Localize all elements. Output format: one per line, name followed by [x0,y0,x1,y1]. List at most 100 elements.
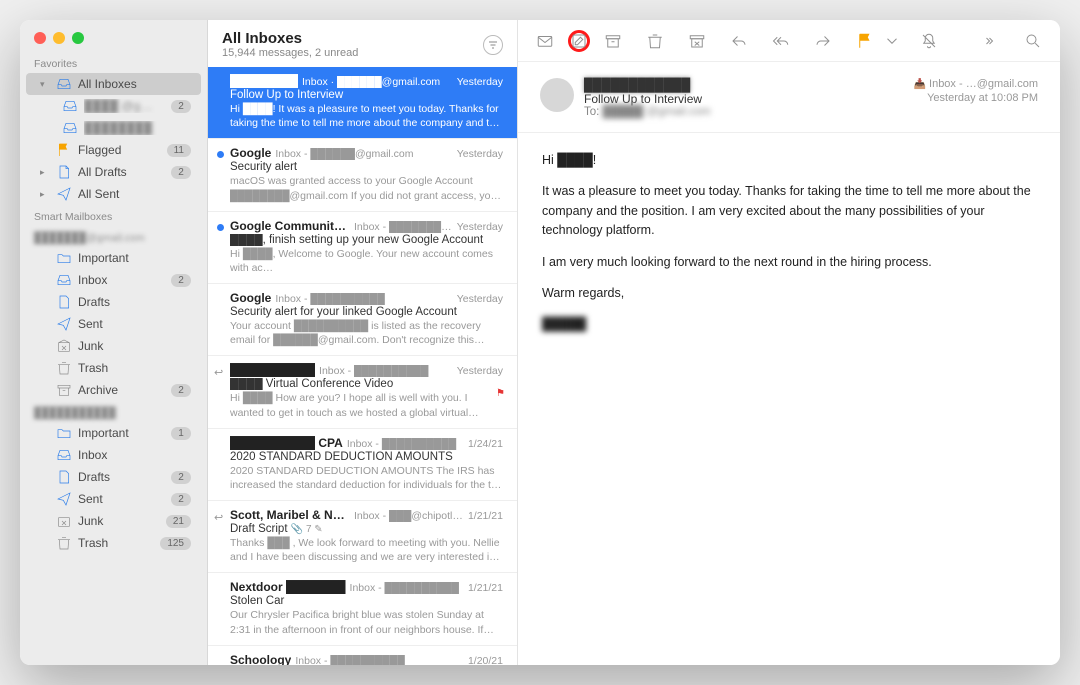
sidebar-inbox[interactable]: Inbox 2 [26,269,201,291]
unread-dot [217,151,224,158]
sidebar-item-label: All Sent [78,187,191,201]
sidebar: Favorites ▾ All Inboxes ████ @g… 2 █████… [20,20,208,665]
mute-button[interactable] [918,30,940,52]
sidebar-all-sent[interactable]: ▸ All Sent [26,183,201,205]
sidebar-junk-2[interactable]: Junk21 [26,510,201,532]
message-item[interactable]: ████████Inbox · ██████@gmail.comYesterda… [208,67,517,139]
sidebar-trash[interactable]: Trash [26,357,201,379]
message-item[interactable]: ↩██████████Inbox - ██████████Yesterday██… [208,356,517,428]
message-date: Yesterday [457,148,503,160]
sidebar-trash-2[interactable]: Trash125 [26,532,201,554]
message-item[interactable]: Google Community TeamInbox - ███████…Yes… [208,212,517,284]
message-preview: Hi ████ How are you? I hope all is well … [230,391,503,419]
junk-icon [56,338,72,354]
junk-button[interactable] [686,30,708,52]
count-badge: 2 [171,166,191,179]
sidebar-sent[interactable]: Sent [26,313,201,335]
flag-icon [56,142,72,158]
message-date: Yesterday [457,365,503,377]
reply-button[interactable] [728,30,750,52]
toolbar [518,20,1060,62]
sidebar-item-label: Flagged [78,143,161,157]
message-items: ████████Inbox · ██████@gmail.comYesterda… [208,67,517,665]
sidebar-flagged[interactable]: Flagged 11 [26,139,201,161]
count-badge: 11 [167,144,191,157]
sidebar-important[interactable]: Important [26,247,201,269]
delete-button[interactable] [644,30,666,52]
sidebar-archive[interactable]: Archive2 [26,379,201,401]
sidebar-inbox-2[interactable]: Inbox [26,444,201,466]
sidebar-drafts[interactable]: Drafts [26,291,201,313]
zoom-window-button[interactable] [72,32,84,44]
message-item[interactable]: ↩Scott, Maribel & NellieInbox - ███@chip… [208,501,517,573]
message-subject: Stolen Car [230,595,503,607]
message-item[interactable]: Nextdoor ███████Inbox - ██████████1/21/2… [208,573,517,645]
sidebar-item-label: Junk [78,339,191,353]
message-subject: Security alert for your linked Google Ac… [230,306,503,318]
mailbox-chip: Inbox - …@gmail.com [914,78,1038,90]
flag-button[interactable] [854,30,876,52]
message-preview: Our Chrysler Pacifica bright blue was st… [230,608,503,636]
message-subject: ████, finish setting up your new Google … [230,234,503,246]
sidebar-item-label: Important [78,251,191,265]
reading-pane: ████████████ Follow Up to Interview To: … [518,20,1060,665]
document-icon [56,294,72,310]
count-badge: 2 [171,274,191,287]
archive-icon [56,382,72,398]
paperplane-icon [56,186,72,202]
close-window-button[interactable] [34,32,46,44]
archive-button[interactable] [602,30,624,52]
sidebar-drafts-2[interactable]: Drafts2 [26,466,201,488]
envelope-button[interactable] [534,30,556,52]
message-date: 1/21/21 [468,582,503,594]
sidebar-item-label: All Inboxes [78,77,191,91]
minimize-window-button[interactable] [53,32,65,44]
compose-button[interactable] [568,30,590,52]
sidebar-sub-account-2[interactable]: ████████ [26,117,201,139]
trash-icon [56,360,72,376]
message-item[interactable]: SchoologyInbox - ██████████1/20/21 [208,646,517,665]
sidebar-item-label: Drafts [78,470,165,484]
message-meta: Inbox - ██████████ [319,365,453,377]
filter-button[interactable] [483,35,503,55]
count-badge: 21 [166,515,191,528]
flag-menu-button[interactable] [886,30,898,52]
message-from: Google [230,291,271,305]
more-button[interactable] [980,30,1002,52]
message-item[interactable]: GoogleInbox - ██████@gmail.comYesterdayS… [208,139,517,211]
sidebar-all-inboxes[interactable]: ▾ All Inboxes [26,73,201,95]
account-2-label: ███████████ [20,401,207,422]
sidebar-item-label: Sent [78,492,165,506]
reply-all-button[interactable] [770,30,792,52]
sidebar-junk[interactable]: Junk [26,335,201,357]
message-item[interactable]: GoogleInbox - ██████████YesterdaySecurit… [208,284,517,356]
message-subject: Draft Script 📎 7 ✎ [230,523,503,535]
search-button[interactable] [1022,30,1044,52]
folder-icon [56,250,72,266]
mailbox-subtitle: 15,944 messages, 2 unread [222,47,358,59]
message-preview: macOS was granted access to your Google … [230,174,503,202]
message-preview: Hi ████! It was a pleasure to meet you t… [230,102,503,130]
document-icon [56,469,72,485]
message-meta: Inbox - ██████████ [350,582,464,594]
chevron-right-icon: ▸ [40,167,50,178]
message-from: Google [230,146,271,160]
sidebar-sub-account-1[interactable]: ████ @g… 2 [26,95,201,117]
message-preview: Thanks ███ , We look forward to meeting … [230,536,503,564]
attachment-icon: 📎 7 ✎ [291,524,323,535]
sidebar-important-2[interactable]: Important1 [26,422,201,444]
sidebar-sent-2[interactable]: Sent2 [26,488,201,510]
forward-button[interactable] [812,30,834,52]
sidebar-item-label: Inbox [78,273,165,287]
message-item[interactable]: ██████████ CPAInbox - ██████████1/24/212… [208,429,517,501]
message-date: Yesterday [457,221,503,233]
message-date: 1/24/21 [468,438,503,450]
inbox-icon [62,120,78,136]
message-meta: Inbox - ███@chipotlefilm… [354,510,464,522]
message-from: Scott, Maribel & Nellie [230,508,350,522]
chevron-right-icon: ▸ [40,189,50,200]
flag-icon: ⚑ [496,388,505,399]
unread-badge: 2 [171,100,191,113]
sidebar-all-drafts[interactable]: ▸ All Drafts 2 [26,161,201,183]
message-header: ████████████ Follow Up to Interview To: … [518,62,1060,133]
